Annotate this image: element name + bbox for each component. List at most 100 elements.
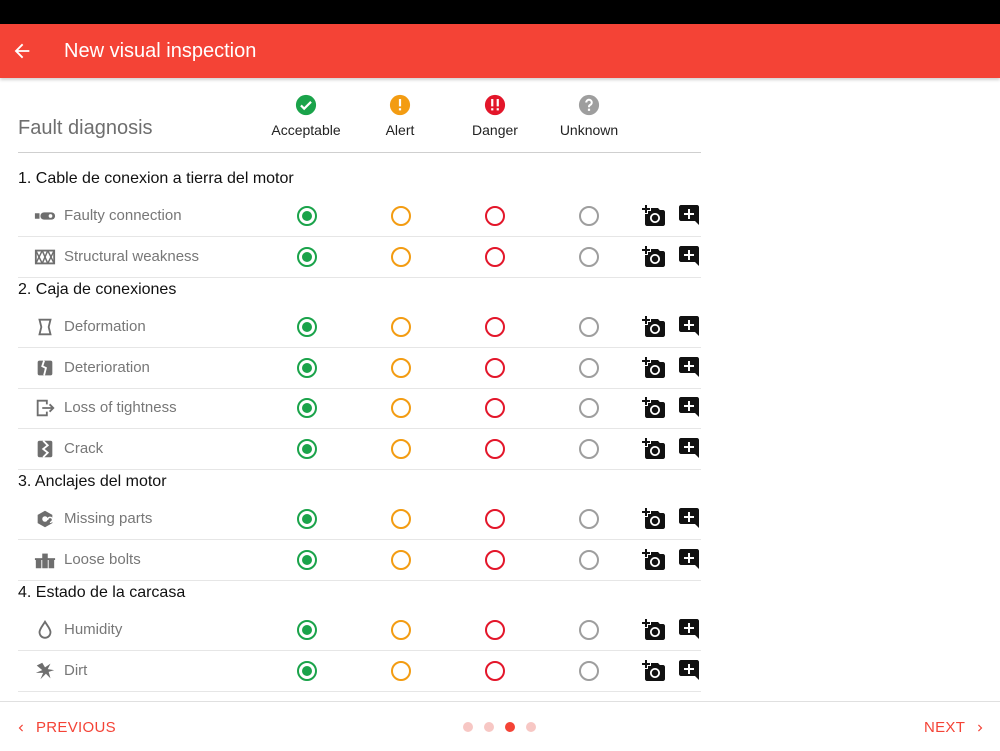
column-label: Alert <box>385 122 415 138</box>
radio-acceptable[interactable] <box>297 206 317 226</box>
radio-unknown[interactable] <box>579 246 599 267</box>
inspection-row: Dirt <box>18 651 701 692</box>
radio-danger[interactable] <box>485 206 505 226</box>
radio-acceptable[interactable] <box>297 660 317 681</box>
add-comment-icon[interactable] <box>677 618 701 642</box>
radio-alert[interactable] <box>391 398 411 418</box>
item-label: Loose bolts <box>64 550 141 568</box>
item-label: Deterioration <box>64 358 150 376</box>
add-photo-icon[interactable] <box>642 396 666 420</box>
item-label: Missing parts <box>64 510 153 527</box>
radio-acceptable[interactable] <box>297 357 317 378</box>
radio-danger[interactable] <box>485 357 505 378</box>
radio-unknown[interactable] <box>579 398 599 418</box>
inspection-list[interactable]: Fault diagnosis Acceptable Alert Danger … <box>0 80 1000 700</box>
column-label: Unknown <box>559 122 619 138</box>
radio-danger[interactable] <box>485 509 505 529</box>
inspection-row: Faulty connection <box>18 196 701 237</box>
radio-alert[interactable] <box>391 509 411 529</box>
radio-selected-dot <box>302 443 312 454</box>
radio-unknown[interactable] <box>579 357 599 378</box>
add-comment-icon[interactable] <box>677 356 701 380</box>
radio-unknown[interactable] <box>579 206 599 226</box>
radio-danger[interactable] <box>485 246 505 267</box>
radio-unknown[interactable] <box>579 317 599 337</box>
radio-acceptable[interactable] <box>297 509 317 529</box>
radio-unknown[interactable] <box>579 549 599 570</box>
bolts-icon <box>34 550 56 570</box>
add-comment-icon[interactable] <box>677 315 701 339</box>
radio-danger[interactable] <box>485 620 505 640</box>
radio-unknown[interactable] <box>579 620 599 640</box>
add-comment-icon[interactable] <box>677 659 701 683</box>
radio-acceptable[interactable] <box>297 246 317 267</box>
radio-alert[interactable] <box>391 317 411 337</box>
radio-danger[interactable] <box>485 549 505 570</box>
dirt-icon <box>34 661 56 681</box>
add-photo-icon[interactable] <box>642 437 666 461</box>
radio-selected-dot <box>302 211 312 221</box>
check-circle-icon <box>295 94 317 116</box>
app-bar: New visual inspection <box>0 24 1000 78</box>
status-bar <box>0 0 1000 24</box>
inspection-row: Loose bolts <box>18 540 701 581</box>
radio-acceptable[interactable] <box>297 398 317 418</box>
radio-acceptable[interactable] <box>297 438 317 459</box>
add-comment-icon[interactable] <box>677 507 701 531</box>
radio-acceptable[interactable] <box>297 620 317 640</box>
radio-unknown[interactable] <box>579 660 599 681</box>
add-photo-icon[interactable] <box>642 507 666 531</box>
radio-alert[interactable] <box>391 620 411 640</box>
back-button[interactable] <box>0 29 44 73</box>
page-dot <box>526 722 536 732</box>
add-comment-icon[interactable] <box>677 245 701 269</box>
chevron-left-icon <box>14 721 28 735</box>
radio-alert[interactable] <box>391 438 411 459</box>
add-photo-icon[interactable] <box>642 618 666 642</box>
add-photo-icon[interactable] <box>642 659 666 683</box>
add-photo-icon[interactable] <box>642 204 666 228</box>
radio-alert[interactable] <box>391 206 411 226</box>
item-label: Faulty connection <box>64 207 182 224</box>
inspection-row: Deterioration <box>18 348 701 389</box>
inspection-row: Deformation <box>18 307 701 348</box>
radio-unknown[interactable] <box>579 438 599 459</box>
radio-alert[interactable] <box>391 660 411 681</box>
page-dot-active <box>505 722 515 732</box>
radio-danger[interactable] <box>485 438 505 459</box>
arrow-left-icon <box>11 40 33 62</box>
add-comment-icon[interactable] <box>677 548 701 572</box>
column-label: Danger <box>472 122 518 138</box>
radio-alert[interactable] <box>391 357 411 378</box>
radio-unknown[interactable] <box>579 509 599 529</box>
item-label: Structural weakness <box>64 247 200 265</box>
section-title: 4. Estado de la carcasa <box>18 584 186 601</box>
radio-selected-dot <box>302 251 312 262</box>
plug-icon <box>34 206 56 226</box>
double-exclamation-circle-icon <box>484 94 506 116</box>
add-comment-icon[interactable] <box>677 396 701 420</box>
add-photo-icon[interactable] <box>642 315 666 339</box>
fault-diagnosis-header: Fault diagnosis Acceptable Alert Danger … <box>18 80 701 153</box>
add-photo-icon[interactable] <box>642 548 666 572</box>
water-drop-icon <box>34 620 56 640</box>
page-dot <box>463 722 473 732</box>
add-comment-icon[interactable] <box>677 437 701 461</box>
radio-danger[interactable] <box>485 398 505 418</box>
section-title: 3. Anclajes del motor <box>18 473 167 490</box>
previous-button[interactable]: PREVIOUS <box>14 719 116 736</box>
radio-acceptable[interactable] <box>297 317 317 337</box>
radio-selected-dot <box>302 625 312 635</box>
radio-alert[interactable] <box>391 246 411 267</box>
add-photo-icon[interactable] <box>642 356 666 380</box>
add-comment-icon[interactable] <box>677 204 701 228</box>
next-button[interactable]: NEXT <box>924 719 987 736</box>
add-photo-icon[interactable] <box>642 245 666 269</box>
radio-acceptable[interactable] <box>297 549 317 570</box>
radio-danger[interactable] <box>485 660 505 681</box>
crack-icon <box>34 439 56 459</box>
radio-selected-dot <box>302 362 312 373</box>
radio-danger[interactable] <box>485 317 505 337</box>
deterioration-icon <box>34 358 56 378</box>
radio-alert[interactable] <box>391 549 411 570</box>
